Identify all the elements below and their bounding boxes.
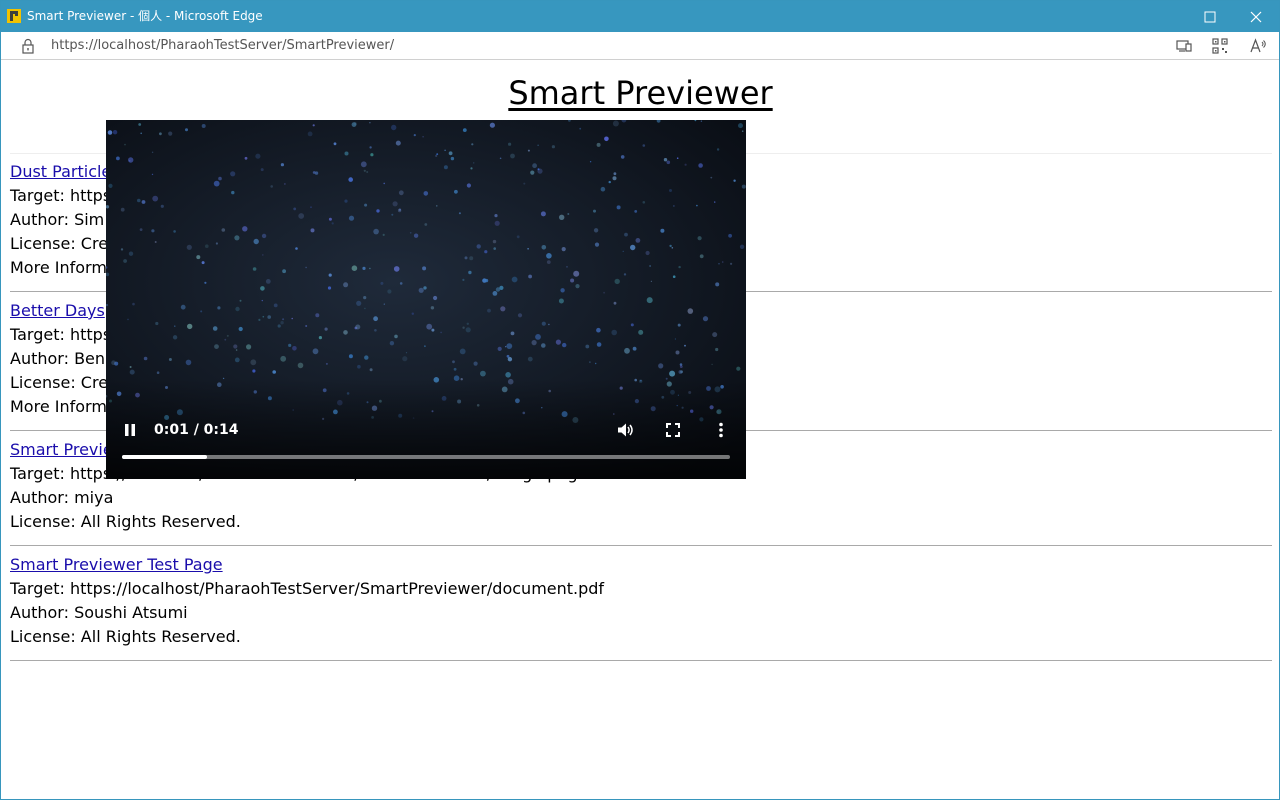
entry-link[interactable]: Better Days [10, 301, 105, 320]
entry-license: License: All Rights Reserved. [10, 512, 241, 531]
window-title: Smart Previewer - 個人 - Microsoft Edge [27, 9, 263, 23]
entry-link[interactable]: Smart Previe [10, 440, 113, 459]
more-options-button[interactable] [709, 418, 733, 442]
list-item: Smart Previewer Test Page Target: https:… [10, 553, 1272, 649]
video-time: 0:01 / 0:14 [154, 422, 239, 438]
pause-button[interactable] [118, 418, 142, 442]
close-icon [1250, 11, 1262, 22]
maximize-button[interactable] [1187, 1, 1233, 32]
address-bar: https://localhost/PharaohTestServer/Smar… [1, 32, 1279, 60]
browser-window: Smart Previewer - 個人 - Microsoft Edge ht… [0, 0, 1280, 800]
close-button[interactable] [1233, 1, 1279, 32]
video-progress-fill [122, 455, 208, 459]
fullscreen-icon [666, 423, 680, 437]
volume-button[interactable] [613, 418, 637, 442]
title-bar: Smart Previewer - 個人 - Microsoft Edge [1, 1, 1279, 32]
pause-icon [125, 424, 135, 436]
entry-link[interactable]: Dust Particle [10, 162, 111, 181]
entry-author: Author: miya [10, 488, 114, 507]
video-progress-bar[interactable] [122, 455, 730, 459]
qr-code-icon[interactable] [1211, 37, 1229, 55]
app-available-icon[interactable] [1175, 37, 1193, 55]
maximize-icon [1204, 11, 1216, 22]
video-preview[interactable]: 0:01 / 0:14 [106, 120, 746, 479]
entry-divider [10, 660, 1272, 661]
volume-icon [618, 423, 633, 437]
entry-author: Author: Soushi Atsumi [10, 603, 188, 622]
fullscreen-button[interactable] [661, 418, 685, 442]
entry-target: Target: https://localhost/PharaohTestSer… [10, 579, 605, 598]
more-vertical-icon [719, 422, 723, 438]
entry-license: License: All Rights Reserved. [10, 627, 241, 646]
lock-icon[interactable] [21, 38, 35, 54]
read-aloud-icon[interactable] [1249, 37, 1267, 55]
entry-link[interactable]: Smart Previewer Test Page [10, 555, 223, 574]
url-field[interactable]: https://localhost/PharaohTestServer/Smar… [51, 38, 394, 54]
page-title: Smart Previewer [508, 74, 773, 112]
entry-divider [10, 545, 1272, 546]
app-logo-icon [7, 9, 21, 23]
